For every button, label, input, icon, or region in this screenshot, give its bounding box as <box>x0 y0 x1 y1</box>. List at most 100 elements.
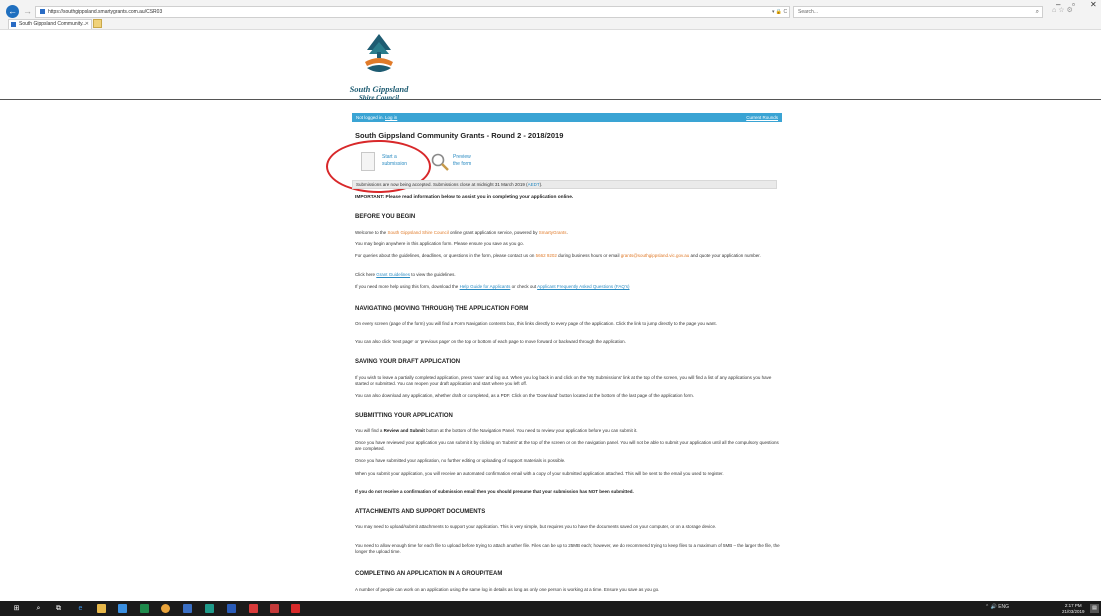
clock[interactable]: 2:17 PM 21/03/2019 <box>1062 603 1085 614</box>
paragraph: When you submit your application, you wi… <box>355 471 724 476</box>
tab-close-icon[interactable]: ✕ <box>85 20 89 29</box>
logo-text-line2: Shire Council <box>358 94 400 102</box>
login-link[interactable]: Log in <box>385 115 397 120</box>
paragraph: You can also download any application, w… <box>355 393 695 398</box>
paragraph: If you need more help using this form, d… <box>355 284 780 290</box>
paragraph: A number of people can work on an applic… <box>355 587 660 592</box>
text: and quote your application number. <box>689 253 761 258</box>
tab-title: South Gippsland Community... <box>19 21 87 27</box>
phone-link[interactable]: 5662 9202 <box>536 253 557 258</box>
app-icon[interactable] <box>118 604 127 613</box>
search-placeholder: Search... <box>798 9 819 15</box>
close-icon[interactable]: ✕ <box>1090 0 1097 9</box>
clock-date: 21/03/2019 <box>1062 608 1085 614</box>
heading-navigating: NAVIGATING (MOVING THROUGH) THE APPLICAT… <box>355 306 529 312</box>
current-rounds-link[interactable]: Current Rounds <box>746 113 778 122</box>
paragraph: Once you have reviewed your application … <box>355 440 779 451</box>
start-icon[interactable]: ⊞ <box>12 604 21 613</box>
chrome-icon[interactable] <box>161 604 170 613</box>
heading-submitting: SUBMITTING YOUR APPLICATION <box>355 413 453 419</box>
paragraph: If you wish to leave a partially complet… <box>355 375 772 386</box>
search-icon[interactable]: ⌕ <box>1036 7 1039 17</box>
clock-time: 2:17 PM <box>1064 603 1082 608</box>
paragraph: Once you have submitted your application… <box>355 458 566 463</box>
text: Welcome to the <box>355 230 388 235</box>
acrobat-icon[interactable] <box>291 604 300 613</box>
preview-form-link[interactable]: Preview the form <box>453 154 471 168</box>
text: button at the bottom of the Navigation P… <box>424 428 638 433</box>
warning-paragraph: If you do not receive a confirmation of … <box>355 489 634 494</box>
smartygrants-link[interactable]: SmartyGrants <box>539 230 567 235</box>
text: Click here <box>355 272 377 277</box>
bold-text: Review and Submit <box>383 428 425 433</box>
task-view-icon[interactable]: ⧉ <box>54 604 63 613</box>
paragraph: You will find a Review and Submit button… <box>355 428 780 434</box>
minimize-icon[interactable]: – <box>1056 0 1060 9</box>
heading-before-you-begin: BEFORE YOU BEGIN <box>355 214 416 220</box>
maximize-icon[interactable]: ▫ <box>1072 0 1075 9</box>
url-text: https://southgippsland.smartygrants.com.… <box>48 9 163 15</box>
text: If you need more help using this form, d… <box>355 284 460 289</box>
excel-icon[interactable] <box>140 604 149 613</box>
preview-label-line1: Preview <box>453 154 471 160</box>
login-status-text: Not logged in. <box>356 115 384 120</box>
app-icon[interactable] <box>205 604 214 613</box>
forward-arrow-icon[interactable]: → <box>22 5 33 18</box>
email-link[interactable]: grants@southgippsland.vic.gov.au <box>621 253 690 258</box>
paragraph: Welcome to the South Gippsland Shire Cou… <box>355 230 780 236</box>
notice-text: Submissions are now being accepted. Subm… <box>356 182 528 187</box>
file-explorer-icon[interactable] <box>97 604 106 613</box>
notice-close: ). <box>539 182 543 187</box>
search-input[interactable]: Search... ⌕ <box>793 6 1043 18</box>
app-icon[interactable] <box>249 604 258 613</box>
new-tab-button[interactable] <box>93 19 102 28</box>
word-icon[interactable] <box>227 604 236 613</box>
paragraph: You can also click 'next page' or 'previ… <box>355 339 626 344</box>
paragraph: Click here Grant Guidelines to view the … <box>355 272 780 278</box>
heading-attachments: ATTACHMENTS AND SUPPORT DOCUMENTS <box>355 509 486 515</box>
text: or check out <box>510 284 538 289</box>
browser-chrome: ← → https://southgippsland.smartygrants.… <box>0 0 1101 30</box>
preview-label-line2: the form <box>453 161 472 167</box>
login-status-bar: Not logged in. Log in Current Rounds <box>352 113 782 122</box>
tab-favicon-icon <box>11 22 16 27</box>
outlook-icon[interactable] <box>183 604 192 613</box>
council-link[interactable]: South Gippsland Shire Council <box>387 230 448 235</box>
heading-saving: SAVING YOUR DRAFT APPLICATION <box>355 359 461 365</box>
page-title: South Gippsland Community Grants - Round… <box>355 131 564 140</box>
back-arrow-icon[interactable]: ← <box>6 5 19 18</box>
browser-tab[interactable]: South Gippsland Community... ✕ <box>8 19 92 29</box>
paragraph: You may need to upload/submit attachment… <box>355 524 717 529</box>
timezone-link[interactable]: AEDT <box>528 182 540 187</box>
grant-guidelines-link[interactable]: Grant Guidelines <box>376 272 410 277</box>
text: You will find a <box>355 428 384 433</box>
address-bar[interactable]: https://southgippsland.smartygrants.com.… <box>35 6 790 18</box>
site-header <box>0 30 1101 100</box>
text: online grant application service, powere… <box>448 230 539 235</box>
logo-text-line1: South Gippsland <box>349 84 409 94</box>
powerpoint-icon[interactable] <box>270 604 279 613</box>
important-note: IMPORTANT: Please read information below… <box>355 195 574 200</box>
text: to view the guidelines. <box>410 272 456 277</box>
magnifier-icon[interactable] <box>430 152 450 172</box>
text: during business hours or email <box>556 253 621 258</box>
paragraph: For queries about the guidelines, deadli… <box>355 253 780 259</box>
system-tray[interactable]: ⌃ 🔊 ENG <box>985 604 1009 610</box>
text: For queries about the guidelines, deadli… <box>355 253 536 258</box>
faq-link[interactable]: Applicant Frequently Asked Questions (FA… <box>537 284 629 289</box>
search-icon[interactable]: ⌕ <box>34 604 43 613</box>
site-icon <box>40 9 45 15</box>
submission-notice: Submissions are now being accepted. Subm… <box>352 180 777 189</box>
help-guide-link[interactable]: Help Guide for Applicants <box>460 284 511 289</box>
ie-icon[interactable]: e <box>76 604 85 613</box>
council-logo[interactable]: South Gippsland Shire Council <box>343 32 415 102</box>
paragraph: You may begin anywhere in this applicati… <box>355 241 524 246</box>
text: . <box>566 230 568 235</box>
notification-icon[interactable]: ▤ <box>1090 604 1099 613</box>
council-emblem-icon <box>365 34 393 72</box>
windows-taskbar: ⊞ ⌕ ⧉ e ⌃ 🔊 ENG 2:17 PM 21/03/2019 ▤ <box>0 601 1101 616</box>
paragraph: On every screen (page of the form) you w… <box>355 321 717 326</box>
paragraph: You need to allow enough time for each f… <box>355 543 780 554</box>
heading-group: COMPLETING AN APPLICATION IN A GROUP/TEA… <box>355 571 503 577</box>
address-actions[interactable]: ▾ 🔒 C <box>772 6 790 18</box>
